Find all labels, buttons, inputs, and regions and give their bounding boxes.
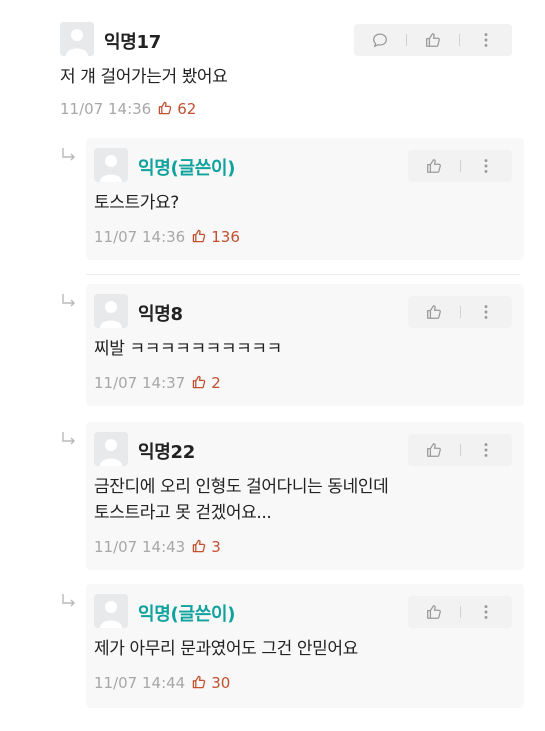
more-button[interactable]	[471, 25, 501, 55]
avatar[interactable]	[94, 294, 128, 328]
more-button[interactable]	[471, 151, 501, 181]
more-vertical-icon	[484, 605, 488, 619]
action-divider	[459, 34, 460, 46]
reply-nickname[interactable]: 익명8	[138, 300, 183, 326]
action-divider	[459, 306, 461, 318]
reply-arrow-icon	[62, 594, 75, 607]
thumbs-up-icon	[426, 305, 441, 319]
reply-time: 11/07 14:43	[94, 538, 186, 556]
avatar[interactable]	[94, 148, 128, 182]
reply-button[interactable]	[365, 25, 395, 55]
action-divider	[459, 160, 461, 172]
reply-item: 익명22 금잔디에 오리 인형도 걸어다니는 동네인데 토스트라고 못 걷겠어요…	[0, 422, 545, 574]
reply-meta: 11/07 14:37 2	[94, 374, 221, 392]
like-count: 30	[211, 674, 231, 692]
comment-icon	[373, 33, 387, 48]
reply-actions	[408, 150, 512, 182]
reply-item: 익명(글쓴이) 제가 아무리 문과였어도 그건 안믿어요 11/07 14:44…	[0, 584, 545, 710]
more-vertical-icon	[484, 443, 488, 457]
reply-nickname[interactable]: 익명(글쓴이)	[138, 600, 235, 626]
avatar[interactable]	[94, 594, 128, 628]
reply-nickname[interactable]: 익명22	[138, 438, 195, 464]
reply-item: 익명(글쓴이) 토스트가요? 11/07 14:36 136	[0, 138, 545, 264]
reply-time: 11/07 14:37	[94, 374, 186, 392]
thumbs-up-icon	[426, 159, 441, 173]
action-divider	[459, 606, 461, 618]
comment-item: 익명17 저 걔 걸어가는거 봤어요 11/07 14:36 62	[0, 0, 545, 130]
reply-meta: 11/07 14:44 30	[94, 674, 230, 692]
like-count: 3	[211, 538, 221, 556]
avatar[interactable]	[94, 432, 128, 466]
default-avatar-icon	[94, 432, 128, 466]
like-button[interactable]	[419, 297, 449, 327]
more-button[interactable]	[471, 297, 501, 327]
default-avatar-icon	[94, 294, 128, 328]
reply-arrow-icon	[62, 294, 75, 307]
like-count: 2	[211, 374, 221, 392]
reply-actions	[408, 296, 512, 328]
reply-time: 11/07 14:36	[94, 228, 186, 246]
more-button[interactable]	[471, 597, 501, 627]
reply-text: 토스트가요?	[94, 193, 179, 213]
thumbs-up-icon	[426, 605, 441, 619]
divider	[86, 274, 520, 275]
like-button[interactable]	[419, 435, 449, 465]
reply-meta: 11/07 14:43 3	[94, 538, 221, 556]
more-vertical-icon	[484, 159, 488, 173]
reply-item: 익명8 찌발 ㅋㅋㅋㅋㅋㅋㅋㅋㅋㅋ 11/07 14:37 2	[0, 284, 545, 410]
like-count: 136	[211, 228, 240, 246]
reply-actions	[408, 434, 512, 466]
reply-text: 찌발 ㅋㅋㅋㅋㅋㅋㅋㅋㅋㅋ	[94, 339, 282, 359]
comment-meta: 11/07 14:36 62	[60, 100, 196, 118]
like-count: 62	[177, 100, 197, 118]
action-divider	[459, 444, 461, 456]
more-vertical-icon	[484, 33, 488, 47]
thumbs-up-icon	[426, 443, 441, 457]
more-vertical-icon	[484, 305, 488, 319]
reply-text: 제가 아무리 문과였어도 그건 안믿어요	[94, 639, 358, 659]
reply-actions	[408, 596, 512, 628]
more-button[interactable]	[471, 435, 501, 465]
reply-arrow-icon	[62, 148, 75, 161]
default-avatar-icon	[94, 594, 128, 628]
like-button[interactable]	[419, 597, 449, 627]
default-avatar-icon	[94, 148, 128, 182]
reply-meta: 11/07 14:36 136	[94, 228, 240, 246]
thumbs-up-icon	[426, 33, 440, 47]
comment-time: 11/07 14:36	[60, 100, 152, 118]
comment-actions	[354, 24, 512, 56]
reply-text: 금잔디에 오리 인형도 걸어다니는 동네인데 토스트라고 못 걷겠어요...	[94, 477, 389, 523]
reply-arrow-icon	[62, 432, 75, 445]
comment-nickname[interactable]: 익명17	[104, 28, 161, 54]
like-button[interactable]	[418, 25, 448, 55]
default-avatar-icon	[60, 22, 94, 56]
like-button[interactable]	[419, 151, 449, 181]
comment-text: 저 걔 걸어가는거 봤어요	[60, 67, 228, 87]
avatar[interactable]	[60, 22, 94, 56]
reply-time: 11/07 14:44	[94, 674, 186, 692]
thumbs-up-icon	[158, 101, 172, 115]
thumbs-up-icon	[192, 229, 206, 243]
thumbs-up-icon	[192, 675, 206, 689]
action-divider	[406, 34, 407, 46]
thumbs-up-icon	[192, 375, 206, 389]
reply-nickname[interactable]: 익명(글쓴이)	[138, 154, 235, 180]
thumbs-up-icon	[192, 539, 206, 553]
